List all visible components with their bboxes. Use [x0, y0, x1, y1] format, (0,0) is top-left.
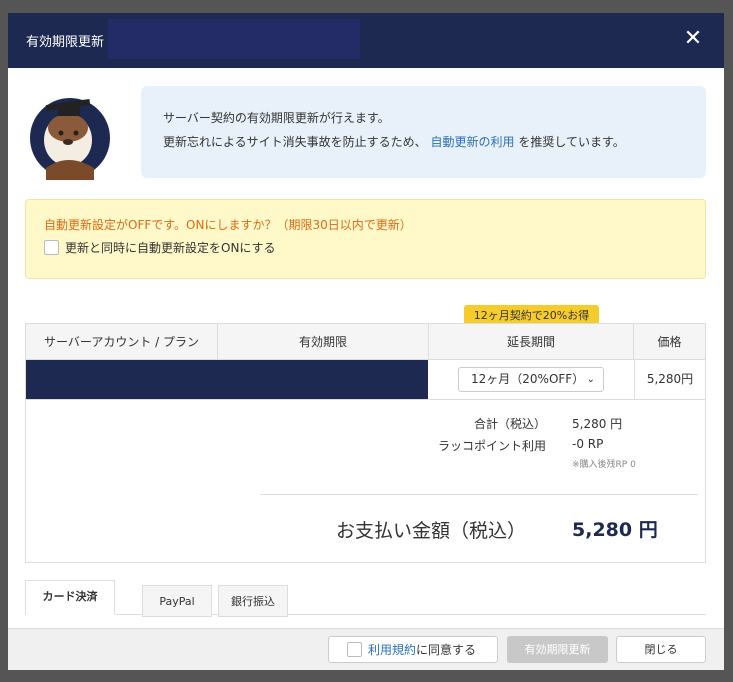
renewal-modal: 有効期限更新 ✕ サーバー契約の有効期限更新が行えます。 更新忘れによるサイト消… — [8, 13, 724, 670]
renew-button[interactable]: 有効期限更新 — [507, 636, 608, 663]
table-row: 12ヶ月（20%OFF） ⌄ 5,280円 — [26, 360, 705, 400]
table-header: サーバーアカウント / プラン 有効期限 延長期間 価格 — [26, 324, 705, 360]
tab-paypal[interactable]: PayPal — [142, 585, 212, 617]
tabs-divider — [25, 614, 706, 615]
total-value: 5,280 円 — [572, 417, 623, 431]
redacted-header-block — [108, 19, 360, 59]
points-label: ラッコポイント利用 — [437, 439, 546, 453]
points-note: ※購入後残RP 0 — [572, 460, 636, 470]
modal-title: 有効期限更新 — [26, 35, 105, 50]
terms-agree-label: に同意する — [416, 643, 477, 657]
points-value: -0 RP — [572, 437, 604, 451]
auto-renew-link[interactable]: 自動更新の利用 — [430, 135, 514, 149]
auto-renew-checkbox-label: 更新と同時に自動更新設定をONにする — [65, 241, 276, 255]
intro-line-2-suffix: を推奨しています。 — [518, 135, 625, 149]
summary-divider — [260, 494, 698, 495]
modal-header: 有効期限更新 ✕ — [8, 13, 724, 68]
payment-value: 5,280 円 — [572, 519, 658, 541]
close-button[interactable]: 閉じる — [616, 636, 706, 663]
intro-message: サーバー契約の有効期限更新が行えます。 更新忘れによるサイト消失事故を防止するた… — [141, 86, 706, 178]
header-extension: 延長期間 — [429, 324, 634, 360]
intro-line-2: 更新忘れによるサイト消失事故を防止するため、 自動更新の利用 を推奨しています。 — [163, 130, 684, 154]
otter-mascot-icon — [30, 98, 110, 180]
auto-renew-warning: 自動更新設定がOFFです。ONにしますか？（期限30日以内で更新） — [44, 218, 412, 232]
modal-body: サーバー契約の有効期限更新が行えます。 更新忘れによるサイト消失事故を防止するた… — [8, 68, 724, 628]
row-price: 5,280円 — [634, 360, 705, 399]
redacted-account-info — [26, 360, 428, 399]
intro-line-2-prefix: 更新忘れによるサイト消失事故を防止するため、 — [163, 135, 427, 149]
header-expiry: 有効期限 — [218, 324, 429, 360]
terms-agree-checkbox[interactable] — [347, 642, 362, 657]
price-summary: 合計（税込） 5,280 円 ラッコポイント利用 -0 RP ※購入後残RP 0… — [26, 401, 705, 563]
intro-line-1: サーバー契約の有効期限更新が行えます。 — [163, 111, 390, 125]
tab-bank-transfer[interactable]: 銀行振込 — [218, 585, 288, 617]
extension-period-value: 12ヶ月（20%OFF） — [471, 372, 585, 386]
total-label: 合計（税込） — [473, 417, 546, 431]
auto-renew-checkbox-row[interactable]: 更新と同時に自動更新設定をONにする — [44, 239, 687, 256]
renewal-table: サーバーアカウント / プラン 有効期限 延長期間 価格 12ヶ月（20%OFF… — [25, 323, 706, 563]
extension-period-select[interactable]: 12ヶ月（20%OFF） ⌄ — [458, 367, 604, 392]
auto-renew-notice: 自動更新設定がOFFです。ONにしますか？（期限30日以内で更新） 更新と同時に… — [25, 199, 706, 279]
header-account-plan: サーバーアカウント / プラン — [26, 324, 218, 360]
modal-footer: 利用規約 に同意する 有効期限更新 閉じる — [8, 628, 724, 670]
payment-tabs: カード決済 PayPal 銀行振込 — [25, 580, 706, 630]
close-icon[interactable]: ✕ — [680, 26, 706, 52]
terms-link[interactable]: 利用規約 — [368, 641, 416, 658]
terms-agree-checkbox-row[interactable]: 利用規約 に同意する — [328, 636, 498, 663]
payment-label: お支払い金額（税込） — [336, 520, 527, 542]
chevron-down-icon: ⌄ — [586, 374, 595, 385]
header-price: 価格 — [657, 335, 682, 349]
tab-card[interactable]: カード決済 — [25, 580, 115, 615]
auto-renew-checkbox[interactable] — [44, 240, 59, 255]
